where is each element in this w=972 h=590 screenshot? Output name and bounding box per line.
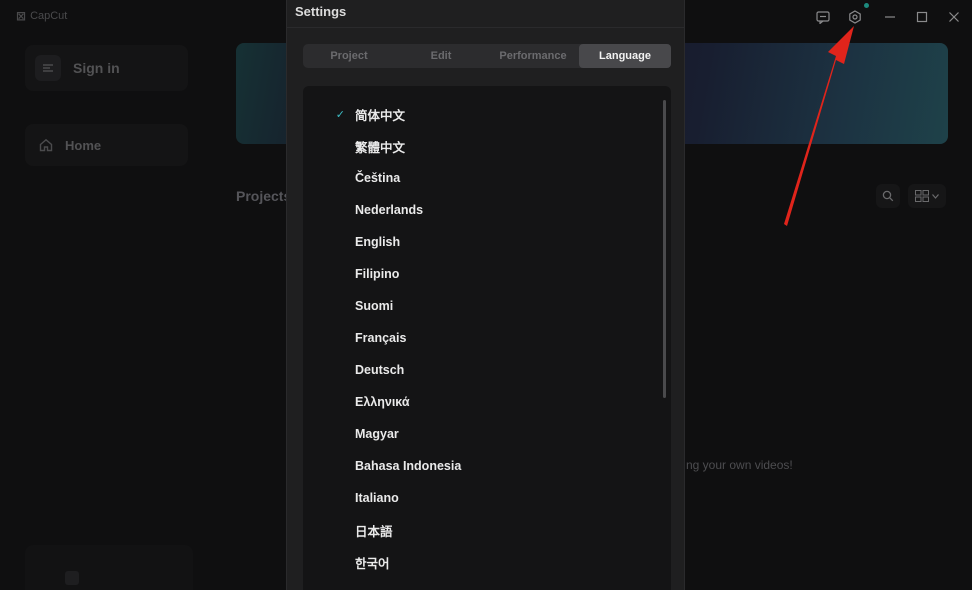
language-option[interactable]: Suomi [303,290,653,322]
tab-performance[interactable]: Performance [487,44,579,68]
tab-language[interactable]: Language [579,44,671,68]
language-option[interactable]: English [303,226,653,258]
chevron-down-icon [932,193,939,199]
language-label: Filipino [355,267,400,281]
annotation-arrow [784,26,854,226]
language-label: Nederlands [355,203,424,217]
projects-title: Projects [236,188,292,204]
minimize-icon[interactable] [882,9,898,25]
settings-tabs: Project Edit Performance Language [303,44,671,68]
language-label: 日本語 [355,524,393,539]
language-label: Ελληνικά [355,395,410,409]
language-label: Italiano [355,491,399,505]
sign-in-label: Sign in [73,60,120,76]
language-option[interactable]: Bahasa Indonesia [303,450,653,482]
dialog-title: Settings [295,4,347,19]
language-label: 简体中文 [355,108,406,123]
tab-edit[interactable]: Edit [395,44,487,68]
language-option[interactable]: Nederlands [303,194,653,226]
language-label: 한국어 [355,556,390,571]
language-label: Deutsch [355,363,405,377]
maximize-icon[interactable] [914,9,930,25]
language-label: English [355,235,401,249]
language-label: Suomi [355,299,394,313]
language-list: ✓ 简体中文 繁體中文 Čeština Nederlands English F… [303,86,671,590]
notification-dot [864,3,869,8]
language-option[interactable]: ✓ 简体中文 [303,98,653,130]
language-option[interactable]: Italiano [303,482,653,514]
app-name: CapCut [30,10,68,22]
capcut-logo-icon: ⊠ [16,9,27,23]
language-label: Čeština [355,171,401,185]
language-label: Français [355,331,407,345]
language-option[interactable]: 日本語 [303,514,653,546]
language-label: 繁體中文 [355,140,406,155]
language-label: Bahasa Indonesia [355,459,462,473]
language-option[interactable]: Filipino [303,258,653,290]
close-icon[interactable] [946,9,962,25]
language-option[interactable]: Čeština [303,162,653,194]
sidebar-bottom-icon [65,571,79,585]
search-icon[interactable] [876,184,900,208]
language-option[interactable]: Deutsch [303,354,653,386]
language-option[interactable]: 한국어 [303,546,653,578]
sidebar-item-label: Home [65,137,102,153]
divider [287,27,684,28]
app-logo: ⊠ CapCut [16,9,67,23]
sidebar-bottom-panel [25,545,193,590]
grid-view-icon[interactable] [908,184,946,208]
avatar-icon [35,55,61,81]
sidebar-item-home[interactable]: Home [25,124,188,166]
language-option[interactable]: Ελληνικά [303,386,653,418]
empty-state-text: ng your own videos! [686,458,793,472]
tab-project[interactable]: Project [303,44,395,68]
language-label: Magyar [355,427,399,441]
language-option[interactable]: Français [303,322,653,354]
home-icon [39,138,53,152]
scrollbar[interactable] [663,100,666,398]
language-option[interactable]: 繁體中文 [303,130,653,162]
check-icon: ✓ [335,108,345,121]
language-option[interactable]: Magyar [303,418,653,450]
settings-dialog: Settings Project Edit Performance Langua… [286,0,685,590]
sidebar [0,32,212,590]
sign-in-button[interactable]: Sign in [25,45,188,91]
